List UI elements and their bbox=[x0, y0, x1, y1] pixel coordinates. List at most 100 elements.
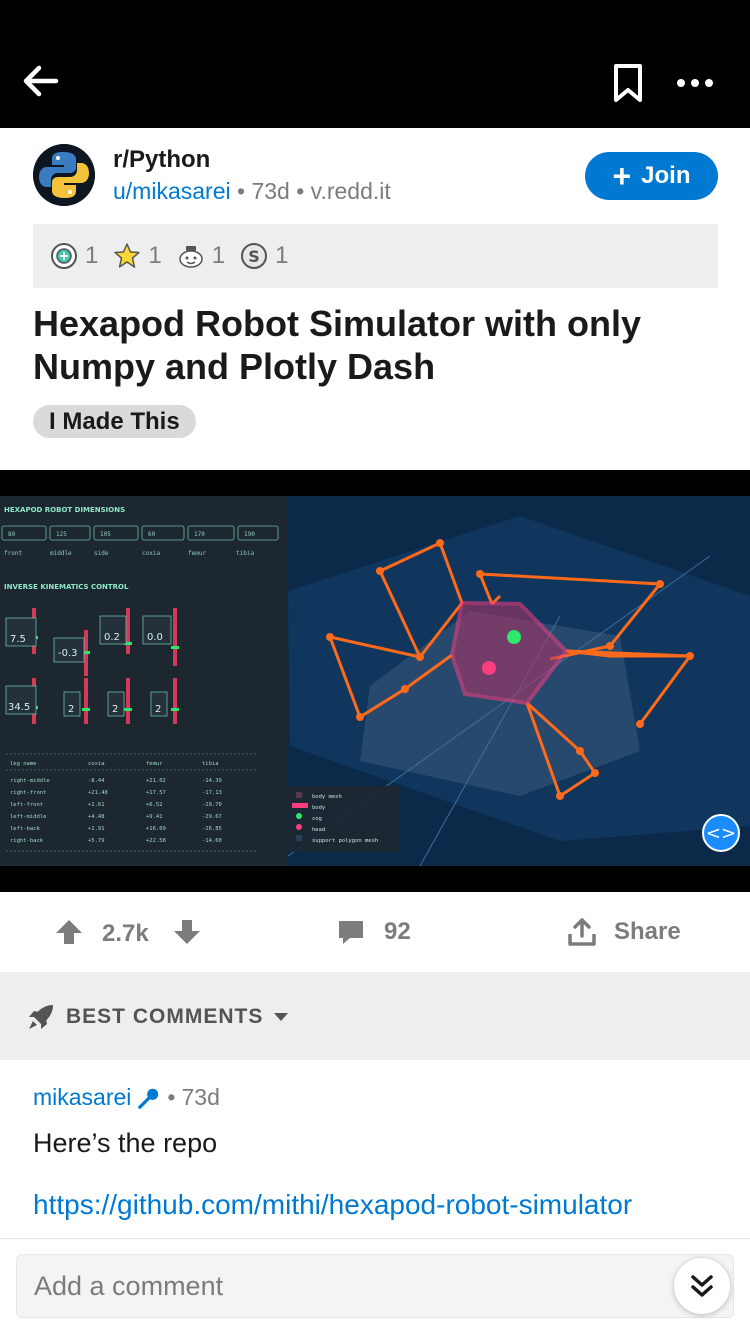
legend-swatch bbox=[292, 803, 308, 808]
ik-header: INVERSE KINEMATICS CONTROL bbox=[4, 583, 129, 591]
award-count: 1 bbox=[85, 242, 99, 269]
dim-value: 80 bbox=[8, 531, 16, 538]
python-logo-icon bbox=[33, 144, 95, 206]
table-cell: +9.41 bbox=[146, 814, 163, 820]
helpful-award-icon bbox=[51, 243, 77, 269]
caret-down-icon bbox=[274, 1013, 289, 1021]
table-cell: right-middle bbox=[10, 778, 50, 784]
silver-award-icon: S bbox=[241, 243, 268, 269]
award-count: 1 bbox=[275, 242, 289, 269]
dim-label: tibia bbox=[236, 550, 254, 557]
post-title[interactable]: Hexapod Robot Simulator with only Numpy … bbox=[33, 302, 713, 388]
subreddit-name[interactable]: r/Python bbox=[113, 146, 210, 174]
plus-icon: + bbox=[612, 158, 632, 194]
share-button[interactable]: Share bbox=[566, 916, 681, 948]
meta-separator: • bbox=[167, 1084, 176, 1110]
vote-score: 2.7k bbox=[102, 920, 149, 947]
legend-swatch bbox=[296, 792, 302, 798]
award-helpful[interactable]: 1 bbox=[49, 241, 98, 271]
legend-label: head bbox=[312, 827, 325, 833]
comment-link[interactable]: https://github.com/mithi/hexapod-robot-s… bbox=[33, 1189, 632, 1221]
post-author[interactable]: u/mikasarei bbox=[113, 178, 231, 204]
ik-value: 2 bbox=[155, 704, 161, 715]
table-cell: +21.48 bbox=[88, 790, 108, 796]
table-cell: +22.58 bbox=[146, 838, 166, 844]
legend-swatch bbox=[296, 835, 302, 841]
post-meta: u/mikasarei • 73d • v.redd.it bbox=[113, 178, 391, 205]
comment-author[interactable]: mikasarei bbox=[33, 1084, 131, 1111]
ik-value: 0.0 bbox=[147, 632, 163, 643]
comment-sort-dropdown[interactable]: BEST COMMENTS bbox=[26, 1002, 289, 1032]
svg-text:S: S bbox=[248, 247, 260, 266]
video-player[interactable]: HEXAPOD ROBOT DIMENSIONS 80 125 105 60 1… bbox=[0, 470, 750, 892]
join-label: Join bbox=[641, 162, 691, 189]
back-arrow-icon[interactable] bbox=[18, 58, 64, 104]
meta-separator: • bbox=[237, 178, 246, 204]
award-count: 1 bbox=[148, 242, 162, 269]
legend-label: body mesh bbox=[312, 794, 342, 800]
comment-sort-bar: BEST COMMENTS bbox=[0, 972, 750, 1060]
ik-value: 2 bbox=[112, 704, 118, 715]
op-microphone-icon bbox=[138, 1088, 159, 1109]
wholesome-award-icon bbox=[178, 246, 203, 268]
table-cell: -17.13 bbox=[202, 790, 222, 796]
post-age: 73d bbox=[251, 178, 290, 204]
table-header: leg name bbox=[10, 761, 37, 767]
join-button[interactable]: + Join bbox=[585, 152, 718, 200]
star-award-icon bbox=[114, 243, 141, 268]
ik-value: -0.3 bbox=[58, 648, 78, 659]
post-action-bar: 2.7k 92 Share bbox=[0, 892, 750, 972]
simulator-frame: HEXAPOD ROBOT DIMENSIONS 80 125 105 60 1… bbox=[0, 496, 750, 866]
awards-bar[interactable]: 1 1 1 S 1 bbox=[33, 224, 718, 288]
post-domain[interactable]: v.redd.it bbox=[311, 178, 391, 204]
dim-label: front bbox=[4, 550, 22, 557]
dim-label: coxia bbox=[142, 550, 160, 557]
post-header: r/Python u/mikasarei • 73d • v.redd.it +… bbox=[0, 128, 750, 470]
divider bbox=[0, 1238, 750, 1239]
dim-value: 105 bbox=[100, 531, 111, 538]
table-header: tibia bbox=[202, 761, 219, 767]
table-cell: +21.02 bbox=[146, 778, 166, 784]
table-header: femur bbox=[146, 761, 163, 767]
comment: mikasarei • 73d Here’s the repo https://… bbox=[0, 1060, 750, 1240]
more-options-icon[interactable] bbox=[672, 66, 718, 100]
sort-label: BEST COMMENTS bbox=[66, 1005, 264, 1028]
subreddit-avatar[interactable] bbox=[33, 144, 95, 206]
bookmark-icon[interactable] bbox=[610, 62, 646, 104]
table-cell: +16.09 bbox=[146, 826, 166, 832]
award-silver[interactable]: S 1 bbox=[239, 241, 288, 271]
table-cell: +17.57 bbox=[146, 790, 166, 796]
comment-text: Here’s the repo bbox=[33, 1128, 218, 1158]
table-cell: -14.60 bbox=[202, 838, 222, 844]
ik-value: 0.2 bbox=[104, 632, 120, 643]
table-cell: left-middle bbox=[10, 814, 46, 820]
head-marker bbox=[482, 661, 496, 675]
cog-marker bbox=[507, 630, 521, 644]
downvote-arrow-icon[interactable] bbox=[172, 918, 202, 953]
code-brackets-icon[interactable]: <> bbox=[702, 814, 740, 852]
comments-button[interactable]: 92 bbox=[336, 918, 411, 946]
legend-swatch bbox=[296, 824, 302, 830]
award-star[interactable]: 1 bbox=[112, 241, 162, 271]
ik-value: 34.5 bbox=[8, 702, 30, 713]
dim-value: 60 bbox=[148, 531, 156, 538]
table-cell: right-back bbox=[10, 838, 44, 844]
meta-separator: • bbox=[296, 178, 305, 204]
share-label: Share bbox=[614, 918, 681, 945]
upvote-arrow-icon[interactable] bbox=[54, 918, 84, 953]
award-wholesome[interactable]: 1 bbox=[176, 241, 225, 271]
dim-value: 125 bbox=[56, 531, 67, 538]
dims-header: HEXAPOD ROBOT DIMENSIONS bbox=[4, 506, 125, 514]
post-flair[interactable]: I Made This bbox=[33, 405, 196, 438]
legend-label: cog bbox=[312, 816, 322, 822]
dim-label: side bbox=[94, 550, 109, 557]
add-comment-input[interactable]: Add a comment bbox=[16, 1254, 734, 1318]
table-cell: +1.61 bbox=[88, 802, 105, 808]
legend-label: body bbox=[312, 805, 326, 811]
comment-age: 73d bbox=[181, 1084, 220, 1110]
table-cell: -29.70 bbox=[202, 802, 222, 808]
dim-label: middle bbox=[50, 550, 72, 557]
double-chevron-down-icon[interactable] bbox=[674, 1258, 730, 1314]
dim-label: femur bbox=[188, 550, 206, 557]
comment-meta: mikasarei • 73d bbox=[33, 1084, 220, 1111]
